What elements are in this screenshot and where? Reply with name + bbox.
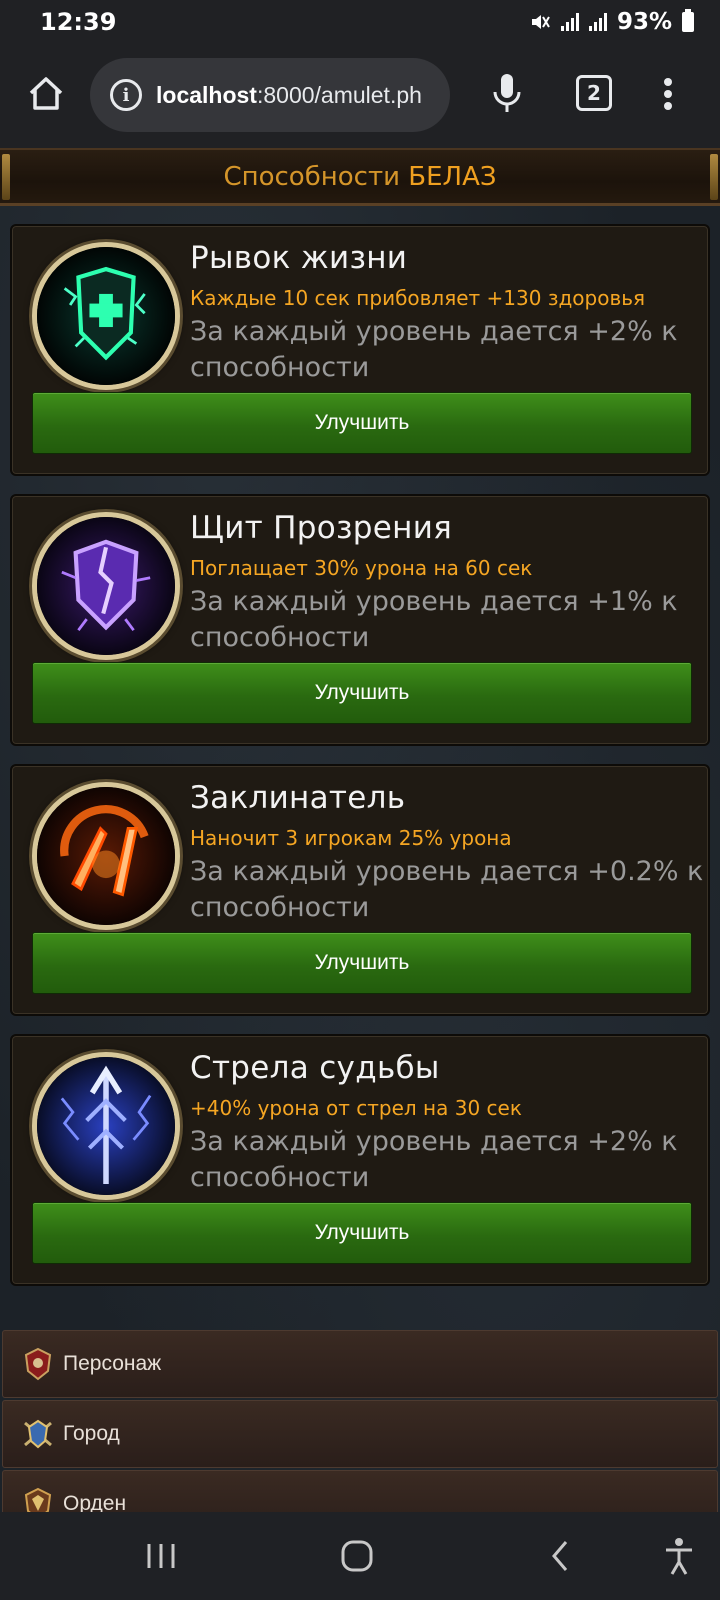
ability-card: Заклинатель Наночит 3 игрокам 25% урона … xyxy=(10,764,710,1016)
nav-item-order[interactable]: Орден xyxy=(2,1470,718,1512)
character-crest-icon xyxy=(24,1347,52,1381)
ability-effect: Наночит 3 игрокам 25% урона xyxy=(190,826,512,850)
overflow-menu-icon[interactable] xyxy=(658,74,678,114)
healing-shield-icon xyxy=(32,242,180,390)
info-icon[interactable]: i xyxy=(110,79,142,111)
home-icon[interactable] xyxy=(26,74,66,114)
accessibility-icon[interactable] xyxy=(662,1534,696,1578)
nav-label: Город xyxy=(63,1422,120,1445)
nav-item-character[interactable]: Персонаж xyxy=(2,1330,718,1398)
ability-card: Стрела судьбы +40% урона от стрел на 30 … xyxy=(10,1034,710,1286)
ability-card: Рывок жизни Каждые 10 сек прибовляет +13… xyxy=(10,224,710,476)
status-icons: 93% xyxy=(529,9,694,35)
upgrade-button[interactable]: Улучшить xyxy=(32,932,692,994)
lightning-arrow-icon xyxy=(32,1052,180,1200)
nav-item-city[interactable]: Город xyxy=(2,1400,718,1468)
address-bar[interactable]: i localhost:8000/amulet.ph xyxy=(90,58,450,132)
upgrade-button[interactable]: Улучшить xyxy=(32,662,692,724)
battery-icon xyxy=(682,9,694,32)
signal-icon xyxy=(560,13,579,31)
ability-description: За каждый уровень дается +2% к способнос… xyxy=(190,316,678,383)
system-navigation-bar xyxy=(0,1512,720,1600)
upgrade-button[interactable]: Улучшить xyxy=(32,1202,692,1264)
back-icon[interactable] xyxy=(548,1534,572,1578)
home-nav-icon[interactable] xyxy=(340,1534,374,1578)
order-crest-icon xyxy=(24,1487,52,1512)
ability-effect: +40% урона от стрел на 30 сек xyxy=(190,1096,522,1120)
page-content: Способности БЕЛАЗ Рывок жизни Каждые 10 … xyxy=(0,148,720,1512)
ability-effect: Каждые 10 сек прибовляет +130 здоровья xyxy=(190,286,646,310)
city-crest-icon xyxy=(24,1419,52,1449)
microphone-icon[interactable] xyxy=(490,72,524,116)
url-text[interactable]: localhost:8000/amulet.ph xyxy=(156,82,422,109)
purple-shield-icon xyxy=(32,512,180,660)
ability-description: За каждый уровень дается +2% к способнос… xyxy=(190,1126,678,1193)
recent-apps-icon[interactable] xyxy=(144,1534,178,1578)
status-bar: 12:39 93% xyxy=(0,0,720,44)
ability-description: За каждый уровень дается +1% к способнос… xyxy=(190,586,678,653)
nav-label: Орден xyxy=(63,1492,127,1512)
fire-swords-icon xyxy=(32,782,180,930)
ability-title: Щит Прозрения xyxy=(190,510,453,546)
page-header: Способности БЕЛАЗ xyxy=(0,148,720,206)
nav-label: Персонаж xyxy=(63,1352,162,1375)
ability-effect: Поглащает 30% урона на 60 сек xyxy=(190,556,533,580)
upgrade-button[interactable]: Улучшить xyxy=(32,392,692,454)
ability-title: Рывок жизни xyxy=(190,240,408,276)
ability-title: Заклинатель xyxy=(190,780,406,816)
battery-percent: 93% xyxy=(616,9,672,35)
browser-toolbar: i localhost:8000/amulet.ph 2 xyxy=(0,44,720,148)
ability-card: Щит Прозрения Поглащает 30% урона на 60 … xyxy=(10,494,710,746)
mute-icon xyxy=(531,15,550,29)
tab-switcher-button[interactable]: 2 xyxy=(576,75,612,111)
page-title: Способности БЕЛАЗ xyxy=(223,161,497,192)
ability-title: Стрела судьбы xyxy=(190,1050,440,1086)
ability-description: За каждый уровень дается +0.2% к способн… xyxy=(190,856,704,923)
signal-2-icon xyxy=(588,13,607,31)
status-time: 12:39 xyxy=(40,8,117,36)
